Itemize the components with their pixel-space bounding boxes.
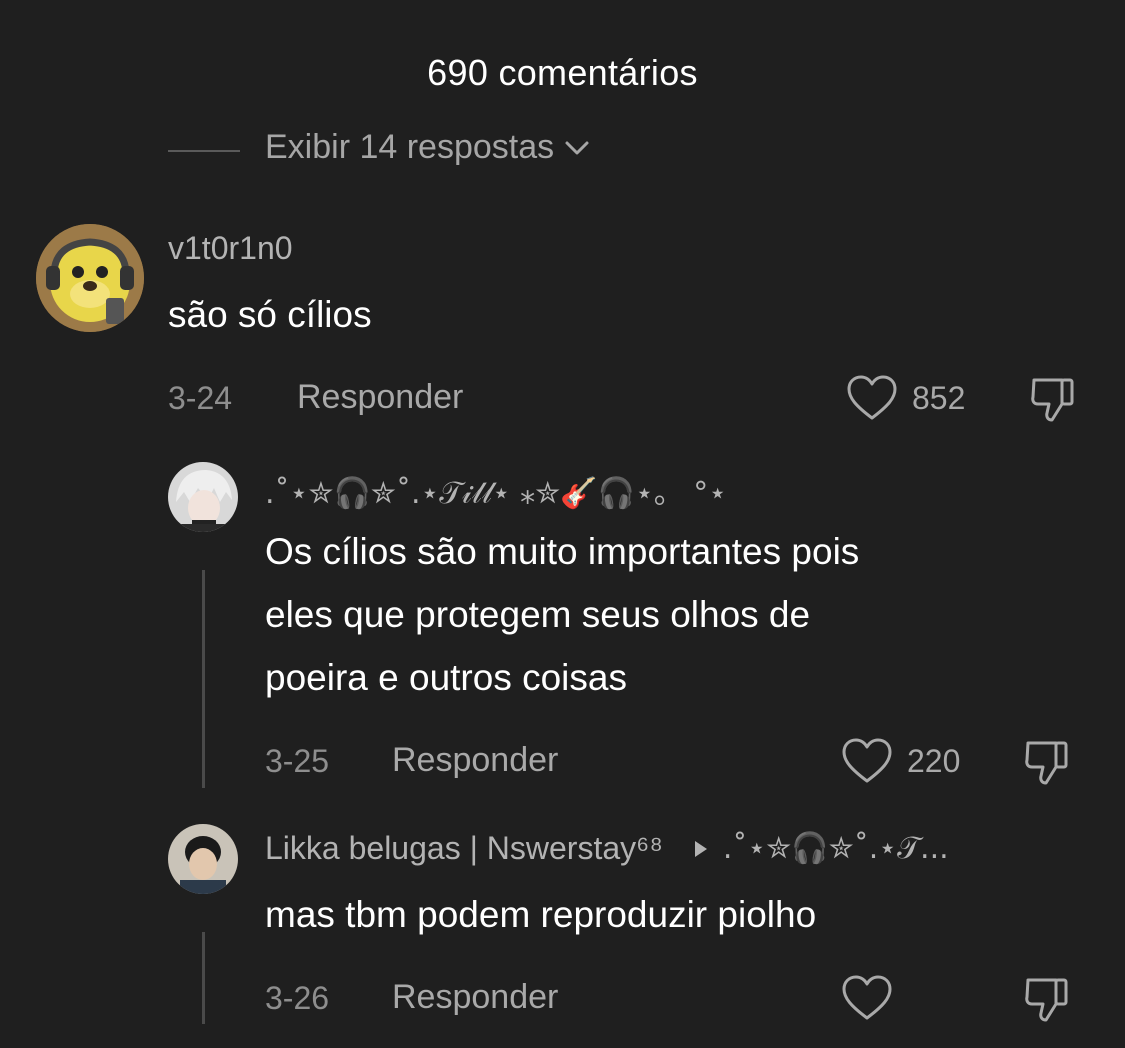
comment-date: 3-24 — [168, 380, 233, 416]
avatar[interactable] — [36, 224, 144, 332]
heart-outline-icon — [847, 375, 897, 420]
comment-text: mas tbm podem reproduzir piolho — [265, 894, 817, 935]
heart-outline-icon — [842, 738, 892, 783]
comments-count-title: 690 comentários — [427, 52, 698, 93]
thread-line — [202, 932, 205, 1024]
like-count: 852 — [912, 380, 966, 416]
dislike-button[interactable] — [1022, 974, 1074, 1026]
dislike-button[interactable] — [1022, 737, 1074, 789]
reply-to-username[interactable]: .˚⋆✮🎧✮˚.⋆𝒯... — [723, 831, 949, 866]
comment-username[interactable]: Likka belugas | Nswerstay⁶⁸ — [265, 830, 663, 867]
reply-username-row: Likka belugas | Nswerstay⁶⁸ .˚⋆✮🎧✮˚.⋆𝒯..… — [265, 830, 949, 867]
comment-text-line: Os cílios são muito importantes pois — [265, 531, 860, 572]
like-count: 220 — [907, 743, 961, 779]
like-button[interactable] — [846, 374, 898, 422]
comment-text: são só cílios — [168, 294, 372, 335]
view-replies-button[interactable]: Exibir 14 respostas — [265, 128, 590, 167]
reply-button[interactable]: Responder — [392, 978, 558, 1017]
comment-date: 3-26 — [265, 980, 330, 1016]
dislike-button[interactable] — [1028, 374, 1080, 426]
thumbs-down-icon — [1025, 741, 1068, 785]
comment-date: 3-25 — [265, 743, 330, 779]
view-replies-divider — [168, 150, 240, 152]
heart-outline-icon — [842, 975, 892, 1020]
reply-button[interactable]: Responder — [297, 378, 463, 417]
comment-text: Os cílios são muito importantes pois ele… — [265, 520, 859, 709]
avatar[interactable] — [168, 462, 238, 532]
thread-line — [202, 570, 205, 788]
comment-username[interactable]: v1t0r1n0 — [168, 230, 293, 267]
comment-username[interactable]: .˚⋆✮🎧✮˚.⋆𝒯𝒾𝓁𝓁⋆ ⁎✮🎸🎧⋆。 °⋆ — [265, 468, 727, 512]
comment-text-line: eles que protegem seus olhos de — [265, 594, 811, 635]
comment-text-line: poeira e outros coisas — [265, 657, 627, 698]
view-replies-label: Exibir 14 respostas — [265, 128, 555, 166]
chevron-down-icon — [565, 141, 589, 154]
thumbs-down-icon — [1031, 378, 1074, 422]
avatar[interactable] — [168, 824, 238, 894]
triangle-right-icon — [694, 840, 707, 857]
like-button[interactable] — [841, 737, 893, 785]
reply-button[interactable]: Responder — [392, 741, 558, 780]
thumbs-down-icon — [1025, 978, 1068, 1022]
like-button[interactable] — [841, 974, 893, 1022]
